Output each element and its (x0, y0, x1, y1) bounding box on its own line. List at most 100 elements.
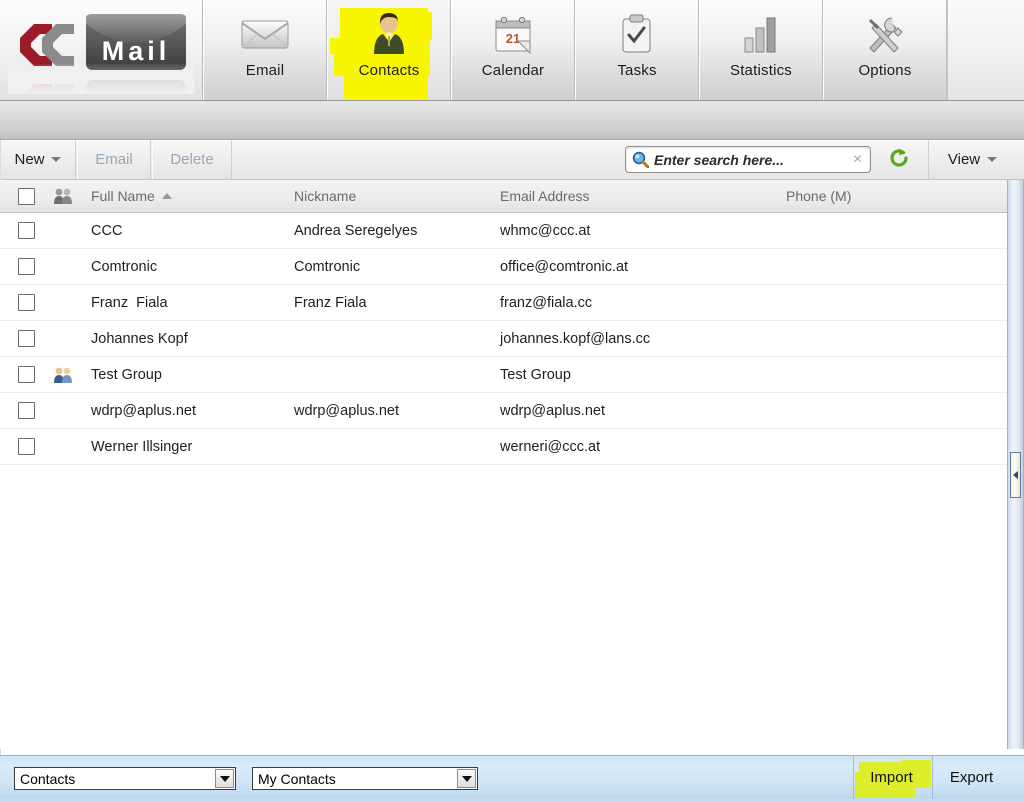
cell-email: office@comtronic.at (500, 259, 629, 275)
folder-type-select[interactable]: Contacts (14, 767, 236, 790)
column-header-row: Full Name Nickname Email Address Phone (… (0, 180, 1007, 213)
vertical-splitter[interactable] (1007, 180, 1024, 749)
tab-contacts[interactable]: Contacts (327, 0, 451, 100)
refresh-button[interactable] (886, 147, 912, 173)
tab-options[interactable]: Options (823, 0, 947, 100)
chevron-down-icon[interactable] (457, 769, 476, 788)
cell-full-name: Johannes Kopf (91, 331, 188, 347)
row-checkbox[interactable] (18, 366, 35, 383)
row-checkbox[interactable] (18, 294, 35, 311)
search-box[interactable]: × (625, 146, 871, 173)
svg-text:Mail: Mail (102, 36, 171, 66)
cell-full-name: CCC (91, 223, 123, 239)
chevron-down-icon[interactable] (215, 769, 234, 788)
cell-email: Test Group (500, 367, 571, 383)
new-button[interactable]: New (0, 140, 76, 179)
folder-type-select-wrap: Contacts (14, 767, 236, 790)
row-checkbox[interactable] (18, 402, 35, 419)
table-row[interactable]: Johannes Kopf johannes.kopf@lans.cc (0, 321, 1007, 357)
group-icon (53, 187, 73, 210)
group-icon (53, 366, 73, 389)
folder-type-value: Contacts (20, 770, 76, 787)
folder-select-wrap: My Contacts (252, 767, 478, 790)
tab-label: Options (858, 62, 912, 79)
refresh-icon (888, 147, 910, 174)
cell-full-name: Werner Illsinger (91, 439, 193, 455)
table-row[interactable]: wdrp@aplus.net wdrp@aplus.net wdrp@aplus… (0, 393, 1007, 429)
table-row[interactable]: Comtronic Comtronic office@comtronic.at (0, 249, 1007, 285)
import-button[interactable]: Import (853, 756, 929, 799)
import-button-label: Import (870, 769, 913, 786)
export-button-label: Export (949, 769, 994, 786)
cell-email: whmc@ccc.at (500, 223, 591, 239)
envelope-icon (240, 6, 290, 62)
bar-chart-icon (741, 6, 781, 62)
cell-full-name: Test Group (91, 367, 162, 383)
search-icon (632, 151, 649, 168)
table-row[interactable]: Werner Illsinger werneri@ccc.at (0, 429, 1007, 465)
column-header-email[interactable]: Email Address (500, 188, 589, 204)
cell-email: johannes.kopf@lans.cc (500, 331, 651, 347)
logo-svg: Mail Mail (8, 14, 194, 132)
close-icon[interactable]: × (851, 151, 864, 168)
action-bar: New Email Delete × (0, 140, 1024, 180)
splitter-handle[interactable] (1010, 452, 1021, 498)
search-input[interactable] (654, 151, 851, 168)
person-contact-icon (367, 6, 411, 62)
column-label: Full Name (91, 188, 155, 204)
sort-ascending-icon (161, 193, 172, 199)
tab-label: Statistics (729, 62, 792, 79)
cell-email: werneri@ccc.at (500, 439, 601, 455)
table-row[interactable]: Test Group Test Group (0, 357, 1007, 393)
cell-nickname: wdrp@aplus.net (294, 403, 399, 419)
tab-label: Email (245, 62, 285, 79)
tab-calendar[interactable]: 21 Calendar (451, 0, 575, 100)
logo-graphic: Mail Mail (8, 6, 194, 132)
collapse-left-arrow-icon (1013, 471, 1018, 479)
chevron-down-icon (50, 157, 61, 162)
export-button[interactable]: Export (932, 756, 1010, 799)
view-button[interactable]: View (928, 140, 1016, 179)
column-header-nickname[interactable]: Nickname (294, 188, 356, 204)
cell-full-name: wdrp@aplus.net (91, 403, 196, 419)
tab-label: Calendar (481, 62, 545, 79)
app-logo: Mail Mail (0, 0, 203, 132)
folder-select[interactable]: My Contacts (252, 767, 478, 790)
row-checkbox[interactable] (18, 438, 35, 455)
tab-list: Email Contacts 21 Calendar Tasks Statist… (203, 0, 1024, 100)
cell-full-name: Franz Fiala (91, 295, 168, 311)
cell-email: franz@fiala.cc (500, 295, 593, 311)
email-button-label: Email (95, 151, 133, 168)
contacts-rows: CCC Andrea Seregelyes whmc@ccc.at Comtro… (0, 213, 1007, 465)
row-checkbox[interactable] (18, 330, 35, 347)
select-all-checkbox[interactable] (18, 188, 35, 205)
table-row[interactable]: Franz Fiala Franz Fiala franz@fiala.cc (0, 285, 1007, 321)
cell-nickname: Franz Fiala (294, 295, 367, 311)
svg-text:21: 21 (506, 31, 520, 46)
new-button-label: New (14, 151, 45, 168)
calendar-icon: 21 (492, 6, 534, 62)
tab-bar-filler (947, 0, 1024, 100)
tab-label: Contacts (358, 62, 420, 79)
table-row[interactable]: CCC Andrea Seregelyes whmc@ccc.at (0, 213, 1007, 249)
cell-full-name: Comtronic (91, 259, 158, 275)
view-button-label: View (947, 151, 981, 168)
tools-icon (864, 6, 906, 62)
folder-value: My Contacts (258, 770, 336, 787)
tab-email[interactable]: Email (203, 0, 327, 100)
tab-statistics[interactable]: Statistics (699, 0, 823, 100)
email-button[interactable]: Email (77, 140, 151, 179)
column-header-full-name[interactable]: Full Name (91, 188, 172, 204)
column-header-phone[interactable]: Phone (M) (786, 188, 851, 204)
cell-nickname: Comtronic (294, 259, 361, 275)
tab-label: Tasks (617, 62, 657, 79)
bottom-bar: Contacts My Contacts Import Export (0, 755, 1024, 799)
row-checkbox[interactable] (18, 258, 35, 275)
row-checkbox[interactable] (18, 222, 35, 239)
tab-tasks[interactable]: Tasks (575, 0, 699, 100)
delete-button[interactable]: Delete (152, 140, 232, 179)
clipboard-check-icon (618, 6, 656, 62)
cell-email: wdrp@aplus.net (500, 403, 605, 419)
chevron-down-icon (987, 157, 998, 162)
cell-nickname: Andrea Seregelyes (294, 223, 418, 239)
